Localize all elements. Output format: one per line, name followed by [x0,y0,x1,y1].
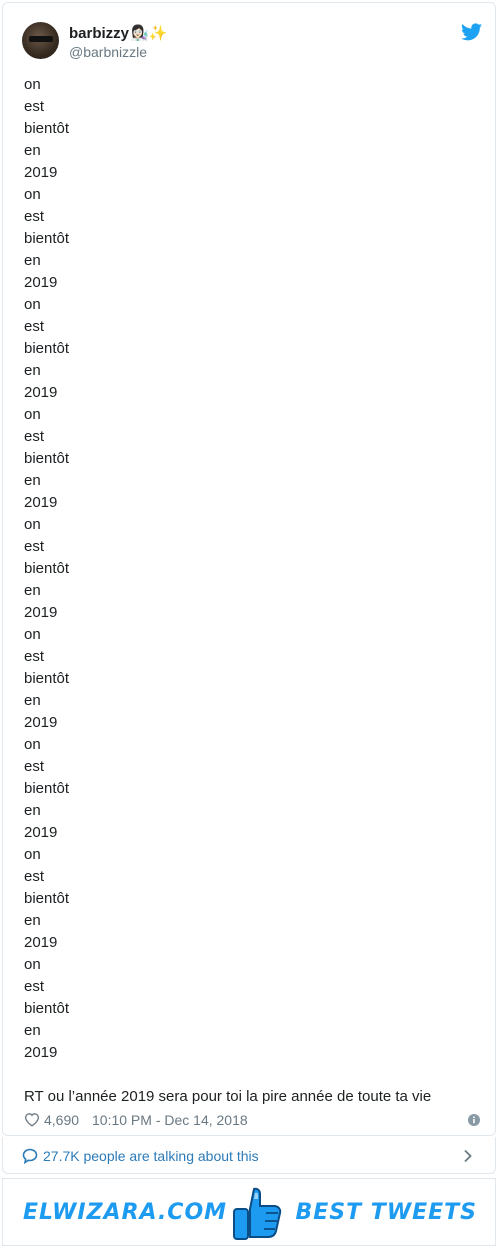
tweet-line: bientôt [24,120,70,137]
tweet-line: en [24,692,41,709]
tweet-line: en [24,362,41,379]
speech-bubble-icon [22,1148,38,1164]
tweet-line: on [24,406,41,423]
elwizara-banner: ELWIZARA.COM BEST TWEETS [2,1178,496,1246]
tweet-line: bientôt [24,230,70,247]
tweet-line: 2019 [24,384,58,401]
tweet-line: en [24,142,41,159]
tweet-text: on est bientôt en 2019 on est bientôt en 2019 on es… [24,74,484,1108]
like-count[interactable]: 4,690 [44,1110,79,1130]
tweet-line: est [24,318,45,335]
tweet-line: on [24,626,41,643]
talking-count[interactable]: 27.7K people are talking about this [43,1146,259,1166]
thumbs-up-icon [233,1187,282,1240]
info-icon[interactable] [468,1114,480,1126]
avatar-glasses [29,36,53,42]
tweet-line: en [24,912,41,929]
tweet-line: 2019 [24,1044,58,1061]
tweet-lines: on est bientôt en 2019 on est bientôt en 2019 on es… [24,74,484,1064]
tweet-line: en [24,1022,41,1039]
tweet-line: en [24,802,41,819]
display-name[interactable]: barbizzy👩🏻‍🔬✨ [69,25,167,43]
tweet-line: en [24,582,41,599]
tweet-line: 2019 [24,164,58,181]
tweet-line: on [24,956,41,973]
heart-icon[interactable] [24,1112,40,1127]
tweet-line: bientôt [24,1000,70,1017]
tweet-line: bientôt [24,780,70,797]
chevron-right-icon[interactable] [463,1149,473,1163]
twitter-bird-icon[interactable] [461,23,482,41]
tweet-line: bientôt [24,560,70,577]
tweet-line: bientôt [24,670,70,687]
brand-left-text: ELWIZARA.COM [23,1200,228,1225]
tweet-line: est [24,208,45,225]
tweet-line: bientôt [24,450,70,467]
tweet-line: 2019 [24,934,58,951]
timestamp[interactable]: 10:10 PM - Dec 14, 2018 [92,1110,248,1130]
tweet-line: est [24,868,45,885]
tweet-line: est [24,538,45,555]
tweet-line: 2019 [24,604,58,621]
tweet-line: est [24,428,45,445]
tweet-line: 2019 [24,714,58,731]
tweet-line: on [24,516,41,533]
tweet-line: est [24,98,45,115]
brand-right-text: BEST TWEETS [295,1200,477,1225]
tweet-meta: 4,690 10:10 PM - Dec 14, 2018 [24,1110,480,1130]
tweet-line: en [24,252,41,269]
tweet-line: en [24,472,41,489]
tweet-line: 2019 [24,824,58,841]
tweet-line: 2019 [24,494,58,511]
user-handle[interactable]: @barbnizzle [69,44,147,61]
name-emoji: 👩🏻‍🔬✨ [130,25,168,42]
display-name-text: barbizzy [69,25,130,42]
tweet-line: on [24,846,41,863]
avatar[interactable] [22,22,59,59]
tweet-line: bientôt [24,890,70,907]
talking-bar[interactable]: 27.7K people are talking about this [2,1137,496,1174]
tweet-line: est [24,758,45,775]
tweet-line: on [24,296,41,313]
tweet-line: bientôt [24,340,70,357]
tweet-line: 2019 [24,274,58,291]
tweet-line: on [24,186,41,203]
tweet-line: on [24,76,41,93]
tweet-final-line: RT ou l’année 2019 sera pour toi la pire… [24,1088,432,1105]
tweet-card[interactable]: barbizzy👩🏻‍🔬✨ @barbnizzle on est bientôt en… [2,2,496,1136]
tweet-line: est [24,978,45,995]
tweet-line: on [24,736,41,753]
tweet-line: est [24,648,45,665]
